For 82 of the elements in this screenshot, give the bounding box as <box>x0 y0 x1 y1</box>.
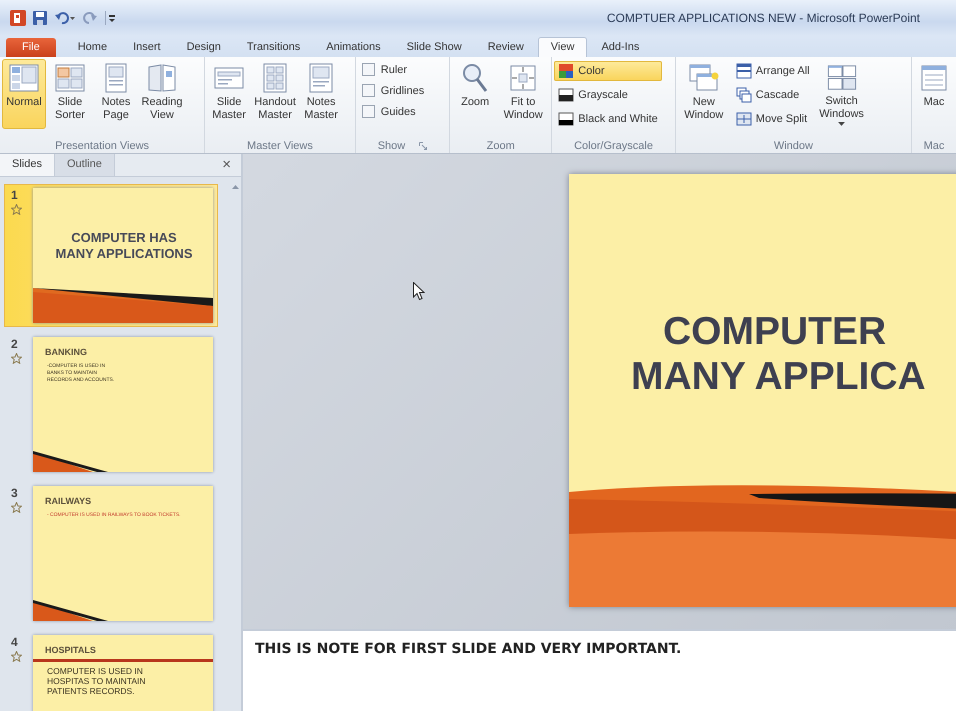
checkbox[interactable] <box>362 84 375 97</box>
pane-tab[interactable]: Outline <box>54 154 115 176</box>
ribbon-tab[interactable]: Transitions <box>234 38 312 57</box>
group-label: Color/Grayscale <box>574 140 653 152</box>
slide-title: COMPUTER HAS MANY APPLICATIONS <box>54 230 194 262</box>
customize-icon <box>104 10 116 26</box>
slide-title: BANKING <box>45 347 88 357</box>
ribbon-button[interactable]: Reading View <box>140 59 184 129</box>
ribbon-button[interactable]: Color <box>554 61 662 81</box>
save-icon <box>32 10 48 26</box>
mouse-cursor-icon <box>413 282 425 301</box>
ribbon-tab[interactable]: File <box>6 38 56 57</box>
ribbon-button[interactable]: Notes Master <box>299 59 344 129</box>
slide-title: RAILWAYS <box>45 496 92 506</box>
ribbon-tab[interactable]: Home <box>66 38 120 57</box>
star-icon <box>11 353 22 364</box>
ribbon-button[interactable]: Cascade <box>732 85 814 105</box>
group-label: Mac <box>924 140 944 152</box>
star-icon <box>11 651 22 662</box>
grayscale-icon <box>558 87 574 103</box>
group-label: Master Views <box>247 140 313 152</box>
checkbox-label[interactable]: Ruler <box>380 64 408 76</box>
ribbon-button[interactable]: New Window <box>678 59 730 129</box>
app-logo-icon <box>10 10 26 26</box>
monochrome-icon <box>558 111 574 127</box>
slide-thumbnail[interactable]: COMPUTER HAS MANY APPLICATIONS <box>33 188 213 323</box>
slide-title-line: COMPUTER <box>663 309 886 354</box>
ribbon-button[interactable]: Slide Sorter <box>48 59 92 129</box>
redo-icon <box>82 10 98 26</box>
star-icon <box>11 502 22 513</box>
ribbon-button[interactable]: Mac <box>914 59 954 129</box>
scroll-up-icon <box>232 185 238 189</box>
group-label: Window <box>774 140 813 152</box>
close-button[interactable]: × <box>212 154 241 176</box>
thumbnails-icon <box>54 62 86 94</box>
undo-icon <box>54 10 76 26</box>
slide-title-line: MANY APPLICA <box>631 354 926 399</box>
pane-tab[interactable]: Slides <box>0 154 55 176</box>
ribbon-tab[interactable]: Design <box>174 38 233 57</box>
ribbon-tab[interactable]: Insert <box>121 38 173 57</box>
ribbon-tab[interactable]: Review <box>476 38 536 57</box>
ribbon-button[interactable]: Switch Windows <box>816 59 868 129</box>
checkbox-label[interactable]: Gridlines <box>380 84 424 96</box>
slide-number: 3 <box>11 486 18 500</box>
ribbon-button[interactable]: Handout Master <box>253 59 298 129</box>
ribbon-button[interactable]: Slide Master <box>207 59 252 129</box>
arrange-icon <box>736 63 752 79</box>
split-icon <box>736 111 752 127</box>
color-swatch-icon <box>558 63 574 79</box>
slide-title: HOSPITALS <box>45 645 97 655</box>
checkbox[interactable] <box>362 105 375 118</box>
slide-number: 4 <box>11 635 18 649</box>
ribbon-button[interactable]: Move Split <box>732 109 814 129</box>
ribbon-button[interactable]: Zoom <box>452 59 498 129</box>
group-label: Zoom <box>486 140 515 152</box>
slide-body-text: COMPUTER IS USED IN HOSPITAS TO MAINTAIN PATIENTS RECORDS. <box>46 666 147 696</box>
ribbon-button[interactable]: Fit to Window <box>500 59 546 129</box>
window-title: COMPTUER APPLICATIONS NEW - Microsoft PowerPoint <box>606 11 921 25</box>
group-label: Show <box>378 140 406 152</box>
ribbon-button[interactable]: Arrange All <box>732 61 814 81</box>
star-icon <box>11 204 22 215</box>
ribbon-button[interactable]: Black and White <box>554 109 662 129</box>
checkbox[interactable] <box>362 63 375 76</box>
ribbon-button[interactable]: Normal <box>2 59 46 129</box>
slide-thumbnail[interactable]: HOSPITALS COMPUTER IS USED IN HOSPITAS TO MAINTAIN PATIENTS RECORDS. <box>33 635 213 711</box>
book-icon <box>146 62 178 94</box>
layout-icon <box>8 62 40 94</box>
slide-number: 1 <box>11 188 18 202</box>
slide-thumbnail-row[interactable]: 4 HOSPITALS COMPUTER IS USED IN HOSPITAS TO MAINTAIN PATIENTS RECORDS. <box>4 631 218 711</box>
ribbon-button[interactable]: Grayscale <box>554 85 662 105</box>
slide-thumbnail-row[interactable]: 1 COMPUTER HAS MANY APPLICATIONS <box>4 184 218 327</box>
group-label: Presentation Views <box>55 140 150 152</box>
slide-number: 2 <box>11 337 18 351</box>
ribbon-tab[interactable]: Slide Show <box>394 38 474 57</box>
checkbox-label[interactable]: Guides <box>380 106 416 118</box>
ribbon-tab[interactable]: View <box>538 37 588 57</box>
ribbon-tab[interactable]: Animations <box>314 38 393 57</box>
ribbon-button[interactable]: Notes Page <box>94 59 138 129</box>
cascade-icon <box>736 87 752 103</box>
notes-text: THIS IS NOTE FOR FIRST SLIDE AND VERY IMPORTANT. <box>255 641 682 657</box>
ribbon-tab[interactable]: Add-Ins <box>589 38 652 57</box>
slide-canvas[interactable]: COMPUTER MANY APPLICA <box>569 174 956 607</box>
